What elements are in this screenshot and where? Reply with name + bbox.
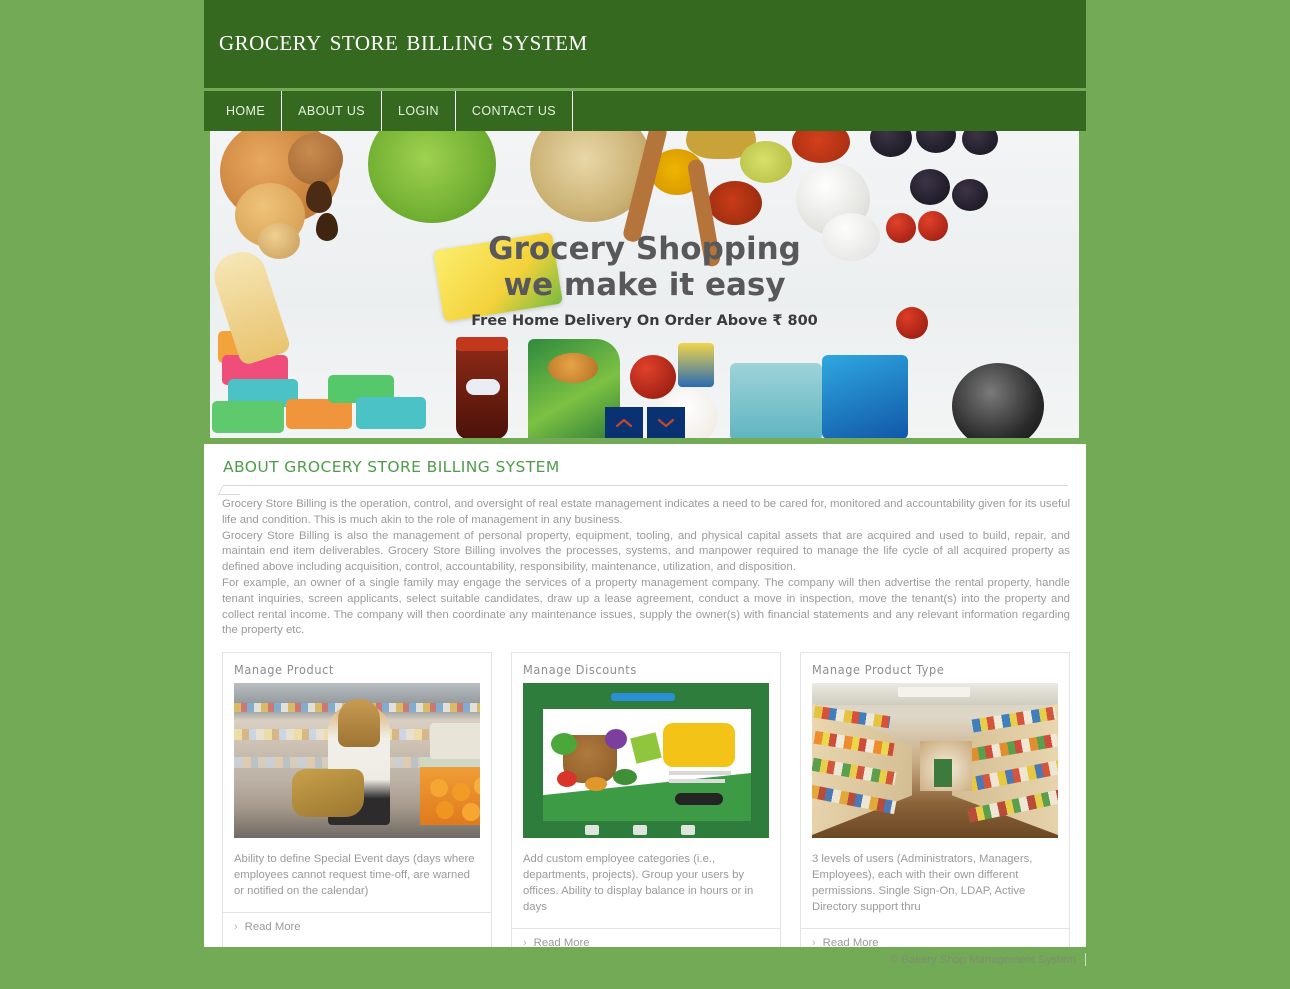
heading-divider (223, 485, 1068, 486)
feature-card-manage-product-type[interactable]: Manage Product Type 3 levels of users (A… (800, 652, 1070, 958)
feature-card-manage-product[interactable]: Manage Product Ability to define Special… (222, 652, 492, 958)
content-panel: ABOUT GROCERY STORE BILLING SYSTEM Groce… (204, 444, 1086, 958)
chevron-down-icon[interactable] (646, 407, 685, 438)
card-description: 3 levels of users (Administrators, Manag… (812, 853, 1033, 913)
chevron-right-icon: › (234, 921, 238, 933)
card-description: Ability to define Special Event days (da… (234, 853, 475, 897)
nav-item-contact-us[interactable]: CONTACT US (456, 91, 573, 131)
banner-copy: Grocery Shopping we make it easy Free Ho… (435, 231, 855, 329)
chevron-up-icon[interactable] (604, 407, 643, 438)
nav-item-home[interactable]: HOME (204, 91, 283, 131)
feature-card-manage-discounts[interactable]: Manage Discounts Add custom employee cat… (511, 652, 781, 958)
hero-banner[interactable]: Grocery Shopping we make it easy Free Ho… (210, 131, 1079, 438)
about-text: Grocery Store Billing is the operation, … (222, 497, 1070, 639)
card-title: Manage Product Type (812, 662, 945, 677)
banner-subline: Free Home Delivery On Order Above ₹ 800 (471, 312, 818, 329)
main-navigation: HOME ABOUT US LOGIN CONTACT US (204, 91, 1086, 131)
banner-headline-line2: we make it easy (503, 267, 786, 304)
supermarket-shelves-aisle-photo (812, 683, 1058, 838)
card-title: Manage Product (234, 662, 334, 677)
site-header: Grocery Store Billing System (204, 0, 1086, 88)
footer-content: © Bakery Shop Management System (890, 953, 1086, 966)
nav-item-about-us[interactable]: ABOUT US (282, 91, 382, 131)
about-paragraph-3: For example, an owner of a single family… (222, 576, 1070, 637)
nav-item-login[interactable]: LOGIN (382, 91, 456, 131)
page-title: Grocery Store Billing System (219, 24, 588, 57)
about-paragraph-1: Grocery Store Billing is the operation, … (222, 498, 1070, 526)
feature-card-list: Manage Product Ability to define Special… (222, 652, 1070, 958)
copyright-text: © Bakery Shop Management System (889, 953, 1076, 966)
shopper-in-grocery-aisle-photo (234, 683, 480, 838)
heading-notch (217, 485, 245, 495)
grocery-sale-discount-banner-photo (523, 683, 769, 838)
about-section-heading: ABOUT GROCERY STORE BILLING SYSTEM (223, 458, 560, 476)
read-more-label: Read More (244, 921, 301, 933)
footer-divider (1085, 953, 1086, 966)
nav-list: HOME ABOUT US LOGIN CONTACT US (204, 91, 1086, 131)
site-footer: © Bakery Shop Management System (0, 947, 1290, 989)
banner-controls (604, 407, 685, 438)
page-root: Grocery Store Billing System HOME ABOUT … (0, 0, 1290, 989)
card-description: Add custom employee categories (i.e., de… (523, 853, 754, 913)
card-title: Manage Discounts (523, 662, 637, 677)
banner-headline-line1: Grocery Shopping (488, 231, 801, 267)
about-paragraph-2: Grocery Store Billing is also the manage… (222, 529, 1070, 574)
read-more-link[interactable]: › Read More (223, 912, 491, 941)
